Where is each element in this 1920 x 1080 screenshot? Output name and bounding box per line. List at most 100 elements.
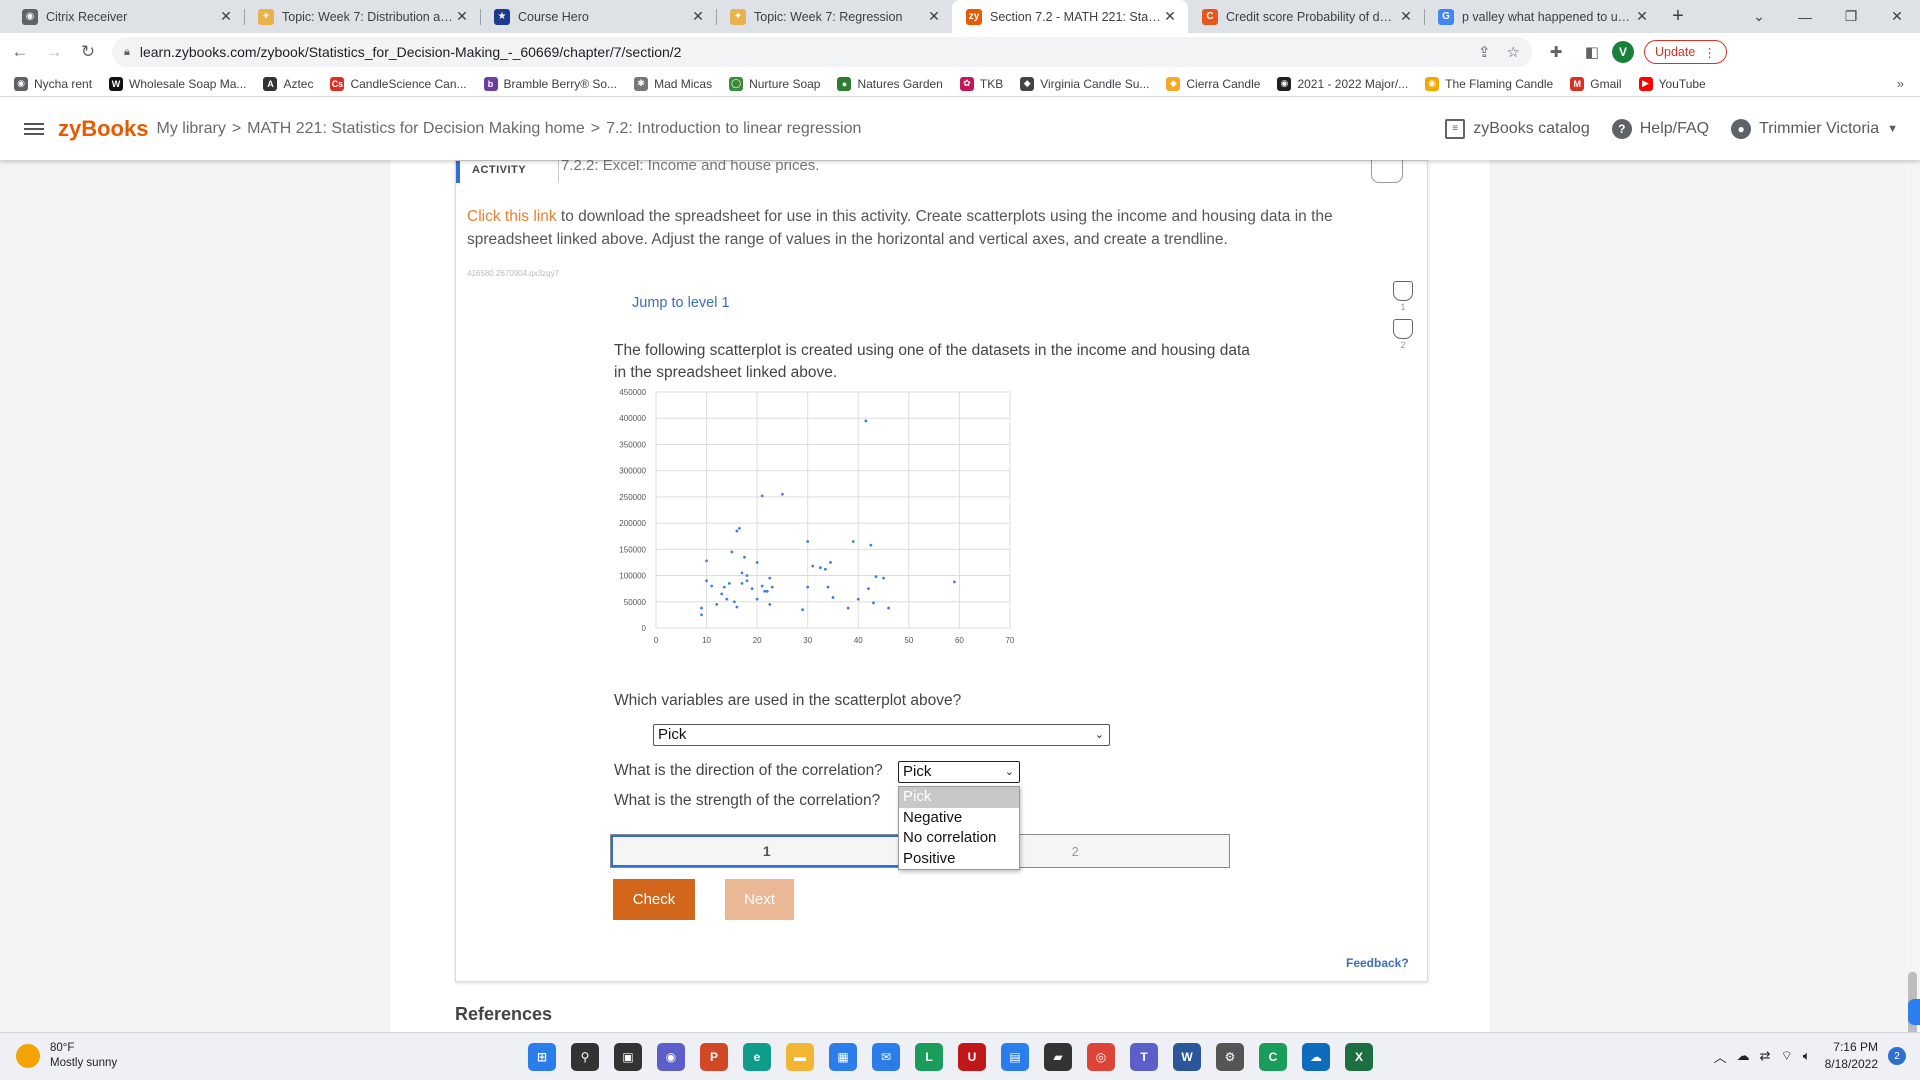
side-panel-icon[interactable]: ◧ <box>1580 43 1604 61</box>
help-link[interactable]: ? Help/FAQ <box>1611 118 1709 139</box>
page-scrollbar[interactable] <box>1905 160 1920 1080</box>
chat-icon[interactable]: ◉ <box>657 1043 685 1071</box>
breadcrumb-my-library[interactable]: My library <box>156 120 225 138</box>
variables-select[interactable]: Pick ⌄ <box>653 724 1110 746</box>
new-tab-button[interactable]: + <box>1660 0 1696 33</box>
cloud-icon[interactable]: ☁ <box>1737 1048 1750 1064</box>
bookmark-item[interactable]: A Aztec <box>263 76 313 91</box>
more-bookmarks-icon[interactable]: » <box>1897 76 1904 91</box>
share-icon[interactable]: ⇪ <box>1478 43 1491 61</box>
chevron-up-icon[interactable]: ︿ <box>1714 1047 1727 1066</box>
notification-badge[interactable]: 2 <box>1888 1047 1906 1065</box>
jump-to-level-link[interactable]: Jump to level 1 <box>632 295 730 311</box>
dropdown-option[interactable]: Negative <box>899 808 1019 829</box>
task-view-icon[interactable]: ▣ <box>614 1043 642 1071</box>
bookmark-label: CandleScience Can... <box>350 76 467 91</box>
bookmark-item[interactable]: M Gmail <box>1570 76 1622 91</box>
feedback-link[interactable]: Feedback? <box>1346 956 1409 970</box>
store-icon[interactable]: ▦ <box>829 1043 857 1071</box>
settings-icon[interactable]: ⚙ <box>1216 1043 1244 1071</box>
bookmark-item[interactable]: Cs CandleScience Can... <box>330 76 467 91</box>
file-explorer-icon[interactable]: ▬ <box>786 1043 814 1071</box>
bookmark-item[interactable]: ◆ Cierra Candle <box>1166 76 1260 91</box>
lock-icon[interactable]: 🔒︎ <box>124 46 130 59</box>
restore-icon[interactable]: ❐ <box>1828 0 1874 33</box>
bookmark-item[interactable]: ◆ Virginia Candle Su... <box>1020 76 1149 91</box>
bookmark-item[interactable]: ◉ Nycha rent <box>14 76 92 91</box>
address-bar[interactable]: 🔒︎ learn.zybooks.com/zybook/Statistics_f… <box>112 37 1532 67</box>
close-tab-icon[interactable]: ✕ <box>1634 8 1650 25</box>
tab-search-icon[interactable]: ⌄ <box>1736 0 1782 33</box>
weather-widget[interactable]: 80°F Mostly sunny <box>16 1041 117 1071</box>
bookmark-item[interactable]: ▶ YouTube <box>1638 76 1706 91</box>
reload-icon[interactable]: ↻ <box>74 38 102 66</box>
bookmark-star-icon[interactable]: ☆ <box>1507 43 1520 61</box>
windows-start-icon[interactable]: ⊞ <box>528 1043 556 1071</box>
search-icon[interactable]: ⚲ <box>571 1043 599 1071</box>
back-icon[interactable]: ← <box>6 38 34 66</box>
close-tab-icon[interactable]: ✕ <box>926 8 942 25</box>
dropdown-option[interactable]: No correlation <box>899 828 1019 849</box>
bookmark-item[interactable]: ◯ Nurture Soap <box>729 76 820 91</box>
hamburger-menu-icon[interactable] <box>24 122 44 135</box>
user-menu[interactable]: ● Trimmier Victoria ▼ <box>1731 118 1898 139</box>
browser-tab[interactable]: C Credit score Probability of defau ✕ <box>1188 0 1424 33</box>
dropdown-option[interactable]: Pick <box>899 787 1019 808</box>
network-icon[interactable]: ⇄ <box>1760 1048 1771 1064</box>
volume-icon[interactable]: 🔈︎ <box>1803 1048 1811 1064</box>
teams-icon[interactable]: T <box>1130 1043 1158 1071</box>
calculator-icon[interactable]: ▤ <box>1001 1043 1029 1071</box>
catalog-link[interactable]: ≡ zyBooks catalog <box>1445 118 1590 139</box>
check-button[interactable]: Check <box>613 879 695 920</box>
mcafee-icon[interactable]: U <box>958 1043 986 1071</box>
level-2-indicator[interactable]: 2 <box>1392 319 1414 350</box>
onedrive-icon[interactable]: ☁ <box>1302 1043 1330 1071</box>
chat-widget[interactable] <box>1908 999 1920 1025</box>
bookmark-item[interactable]: W Wholesale Soap Ma... <box>109 76 246 91</box>
close-tab-icon[interactable]: ✕ <box>454 8 470 25</box>
chrome-icon[interactable]: ◎ <box>1087 1043 1115 1071</box>
powerpoint-icon[interactable]: P <box>700 1043 728 1071</box>
profile-avatar[interactable]: V <box>1612 41 1634 63</box>
bookmark-item[interactable]: ◉ 2021 - 2022 Major/... <box>1277 76 1408 91</box>
bookmark-item[interactable]: ✱ Mad Micas <box>634 76 712 91</box>
browser-tab[interactable]: Gp valley what happened to uncle ✕ <box>1424 0 1660 33</box>
app-c-icon[interactable]: C <box>1259 1043 1287 1071</box>
bookmark-item[interactable]: ✿ TKB <box>959 76 1003 91</box>
update-label: Update <box>1655 45 1696 59</box>
next-button[interactable]: Next <box>725 879 794 920</box>
progress-level-1[interactable]: 1 <box>611 835 922 867</box>
bookmark-item[interactable]: ● Natures Garden <box>837 76 943 91</box>
browser-tab[interactable]: ◉ Citrix Receiver ✕ <box>8 0 244 33</box>
bookmark-item[interactable]: ◉ The Flaming Candle <box>1425 76 1553 91</box>
close-tab-icon[interactable]: ✕ <box>1162 8 1178 25</box>
mail-icon[interactable]: ✉ <box>872 1043 900 1071</box>
update-button[interactable]: Update ⋮ <box>1644 40 1727 64</box>
breadcrumb-course-home[interactable]: MATH 221: Statistics for Decision Making… <box>247 120 585 138</box>
minimize-icon[interactable]: — <box>1782 0 1828 33</box>
edge-icon[interactable]: e <box>743 1043 771 1071</box>
extensions-icon[interactable]: ✚ <box>1544 43 1568 61</box>
close-tab-icon[interactable]: ✕ <box>1398 8 1414 25</box>
browser-tab[interactable]: ✦ Topic: Week 7: Regression ✕ <box>716 0 952 33</box>
close-window-icon[interactable]: ✕ <box>1874 0 1920 33</box>
browser-tab[interactable]: ★ Course Hero ✕ <box>480 0 716 33</box>
dropdown-option[interactable]: Positive <box>899 849 1019 870</box>
browser-tab[interactable]: zy Section 7.2 - MATH 221: Statistic ✕ <box>952 0 1188 33</box>
excel-icon[interactable]: X <box>1345 1043 1373 1071</box>
direction-select[interactable]: Pick ⌄ <box>898 761 1020 783</box>
bookmark-item[interactable]: b Bramble Berry® So... <box>483 76 617 91</box>
close-tab-icon[interactable]: ✕ <box>690 8 706 25</box>
zybooks-logo[interactable]: zyBooks <box>58 116 148 142</box>
l-app-icon[interactable]: L <box>915 1043 943 1071</box>
word-icon[interactable]: W <box>1173 1043 1201 1071</box>
forward-icon[interactable]: → <box>40 38 68 66</box>
media-icon[interactable]: ▰ <box>1044 1043 1072 1071</box>
clock[interactable]: 7:16 PM 8/18/2022 <box>1825 1039 1878 1073</box>
close-tab-icon[interactable]: ✕ <box>218 8 234 25</box>
level-1-indicator[interactable]: 1 <box>1392 281 1414 312</box>
browser-tab[interactable]: ✦ Topic: Week 7: Distribution and ✕ <box>244 0 480 33</box>
wifi-icon[interactable]: ⌔ <box>1781 1048 1793 1064</box>
url-text[interactable]: learn.zybooks.com/zybook/Statistics_for_… <box>140 44 1462 60</box>
download-link[interactable]: Click this link <box>467 208 557 225</box>
